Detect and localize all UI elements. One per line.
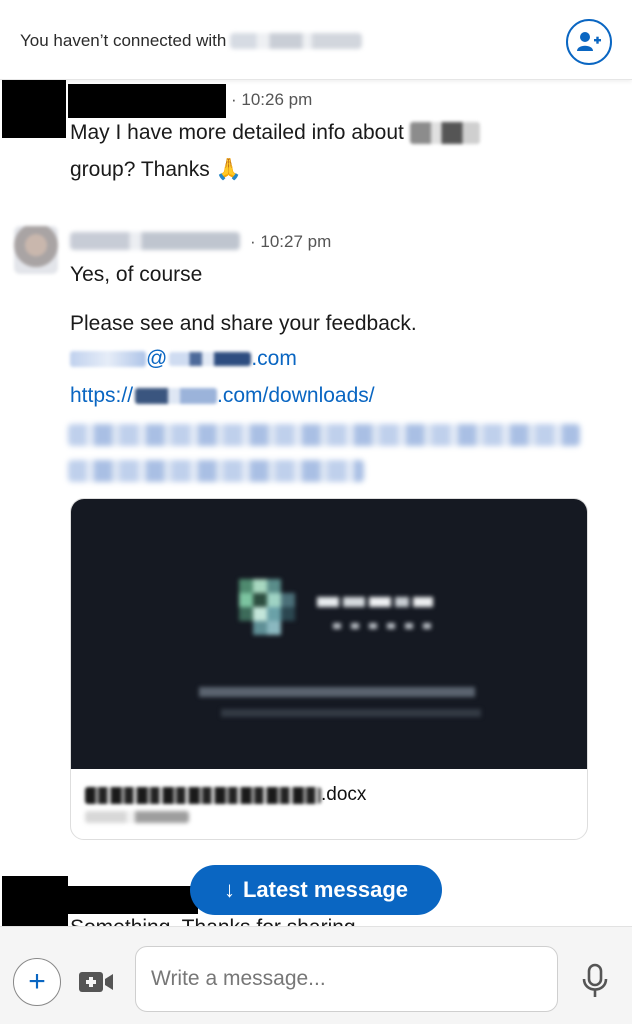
message-line-1: May I have more detailed info about (70, 121, 404, 144)
url-prefix: https:// (70, 384, 134, 407)
message-text: May I have more detailed info about grou… (70, 114, 480, 188)
down-arrow-icon: ↓ (223, 877, 235, 902)
microphone-icon (582, 963, 608, 997)
video-call-button[interactable] (78, 970, 114, 999)
blurred-email-user (70, 351, 146, 367)
company-logo-icon (199, 579, 481, 717)
blurred-file-size (85, 811, 189, 823)
attachment-file-name[interactable]: .docx (85, 784, 366, 806)
message-line-2: group? Thanks 🙏 (70, 158, 242, 181)
message-timestamp: · 10:26 pm (231, 90, 313, 109)
avatar[interactable] (14, 226, 58, 274)
redacted-sender-name (68, 886, 198, 914)
blurred-sender-name[interactable] (70, 232, 240, 250)
redacted-sender-name (68, 84, 226, 118)
video-icon (79, 972, 113, 992)
file-extension: .docx (321, 784, 367, 805)
redacted-avatar (2, 76, 66, 138)
blurred-url-domain (135, 388, 218, 404)
plus-icon: + (28, 965, 46, 998)
blurred-contact-name (230, 33, 363, 49)
message-composer: + Write a message... (0, 926, 632, 1024)
connection-banner: You haven’t connected with (0, 0, 632, 80)
voice-message-button[interactable] (580, 963, 610, 1004)
email-at: @ (146, 347, 168, 370)
reply-text: Yes, of course (70, 263, 203, 286)
email-link[interactable]: @ .com (70, 347, 297, 371)
url-suffix: .com/downloads/ (217, 384, 375, 407)
latest-message-button[interactable]: ↓ Latest message (190, 865, 442, 915)
message-input[interactable]: Write a message... (135, 946, 558, 1012)
file-attachment-card[interactable]: .docx (70, 498, 588, 840)
redacted-avatar (2, 876, 68, 926)
attach-plus-button[interactable]: + (13, 958, 61, 1006)
person-add-icon (577, 32, 601, 51)
download-link[interactable]: https:// .com/downloads/ (70, 384, 375, 408)
email-suffix: .com (251, 347, 297, 370)
latest-message-label: Latest message (242, 877, 409, 902)
blurred-group-name (409, 121, 480, 144)
message-body: Please see and share your feedback. (70, 312, 417, 335)
blurred-link-continuation[interactable] (68, 460, 364, 482)
connection-notice: You haven’t connected with (20, 31, 363, 51)
blurred-file-title (85, 786, 321, 804)
document-preview (71, 499, 587, 769)
message-timestamp: · 10:27 pm (250, 232, 332, 251)
blurred-link-continuation[interactable] (68, 424, 580, 446)
not-connected-text: You haven’t connected with (20, 31, 227, 50)
blurred-email-domain (169, 352, 252, 366)
add-connection-button[interactable] (566, 19, 612, 65)
